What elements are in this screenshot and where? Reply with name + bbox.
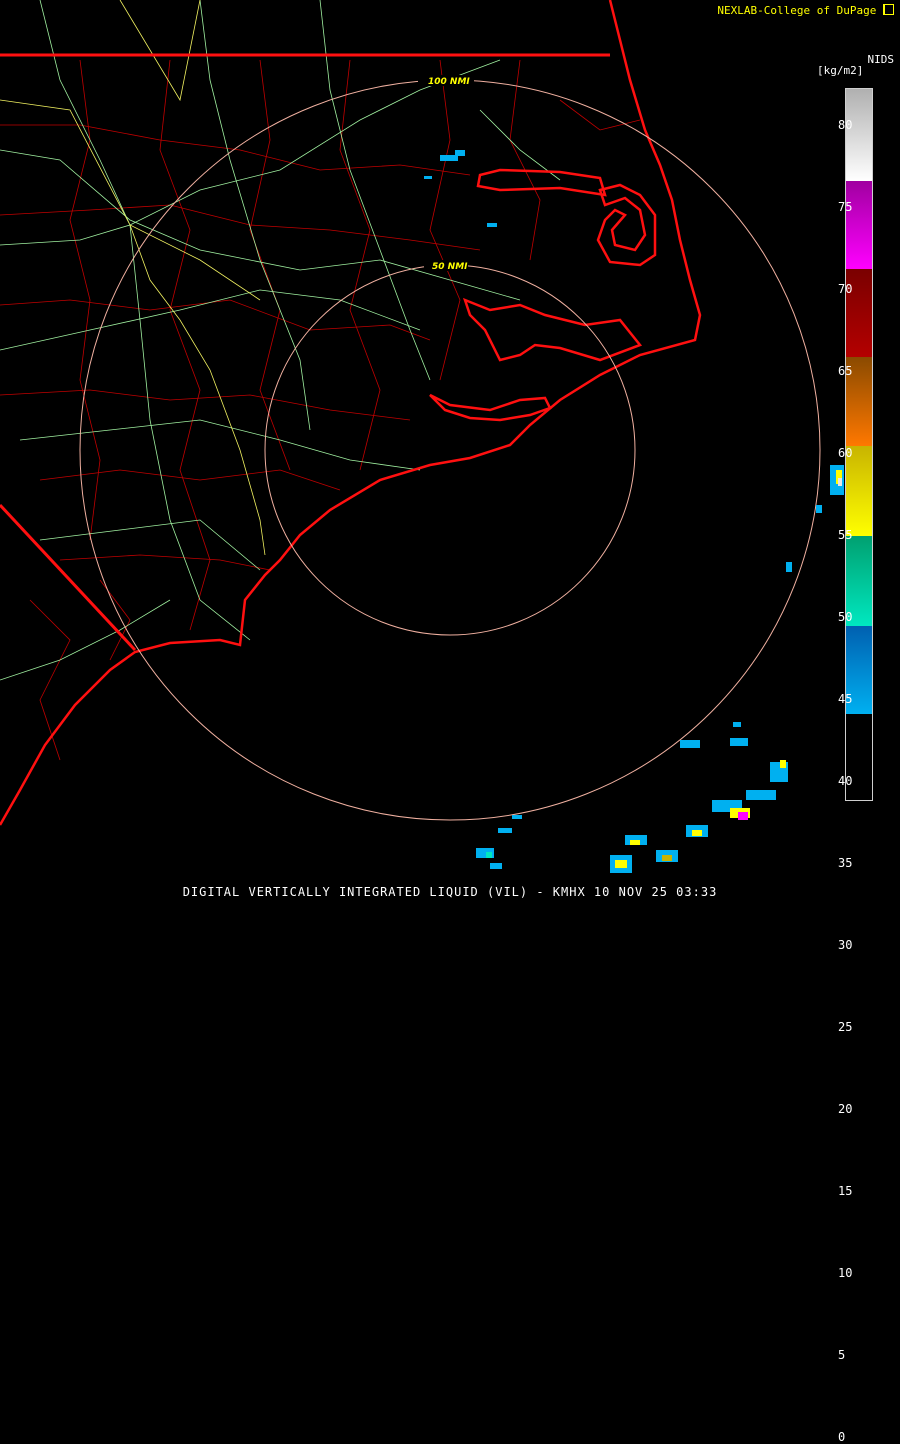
- radar-echo: [738, 812, 748, 820]
- radar-echoes: [424, 150, 844, 873]
- radar-echo: [730, 738, 748, 746]
- sound-inner-coast: [476, 168, 607, 197]
- radar-echo: [662, 855, 672, 861]
- radar-echo: [486, 852, 492, 858]
- radar-echo: [746, 790, 776, 800]
- scale-tick-label: 5: [838, 1348, 846, 1362]
- road-line: [129, 224, 251, 641]
- ring-label-50nmi: 50 NMI: [432, 262, 468, 272]
- county-line: [59, 554, 271, 571]
- road-line: [199, 0, 311, 431]
- radar-echo: [455, 150, 465, 156]
- county-line: [29, 599, 71, 761]
- radar-echo: [630, 840, 640, 845]
- road-line: [0, 99, 261, 301]
- county-line: [39, 469, 341, 491]
- road-line: [39, 0, 131, 226]
- scale-tick-label: 25: [838, 1020, 853, 1034]
- ring-label-100nmi: 100 NMI: [428, 77, 470, 87]
- road-line: [319, 0, 431, 381]
- county-line: [99, 579, 131, 661]
- county-line: [0, 389, 411, 421]
- scale-band: [846, 89, 872, 181]
- road-line: [119, 0, 201, 102]
- scale-tick-label: 40: [838, 774, 853, 788]
- dupage-logo-icon: [883, 4, 894, 15]
- scale-tick-label: 80: [838, 118, 853, 132]
- radar-echo: [692, 830, 702, 836]
- radar-map: 50 NMI 100 NMI: [0, 0, 844, 873]
- road-line: [0, 599, 171, 681]
- road-line: [39, 519, 261, 571]
- scale-tick-label: 35: [838, 856, 853, 870]
- road-line: [0, 149, 521, 301]
- sound-inner-coast-3: [462, 297, 643, 362]
- radar-echo: [615, 860, 627, 868]
- scale-tick-label: 30: [838, 938, 853, 952]
- scale-tick-label: 60: [838, 446, 853, 460]
- radar-echo: [490, 863, 502, 869]
- radar-echo: [424, 176, 432, 179]
- county-line: [0, 299, 431, 341]
- scale-tick-label: 10: [838, 1266, 853, 1280]
- sound-inner-coast-2: [596, 183, 657, 267]
- radar-echo: [816, 505, 822, 513]
- radar-echo: [680, 740, 700, 748]
- range-ring-50nmi: [264, 264, 636, 636]
- radar-echo: [487, 223, 497, 227]
- radar-echo: [498, 828, 512, 833]
- product-title: DIGITAL VERTICALLY INTEGRATED LIQUID (VI…: [182, 885, 718, 899]
- road-line: [0, 289, 421, 351]
- state-line-nc-sc: [0, 503, 137, 652]
- radar-echo: [512, 815, 522, 819]
- radar-echo: [786, 562, 792, 572]
- scale-tick-label: 65: [838, 364, 853, 378]
- unit-label: [kg/m2]: [817, 64, 864, 77]
- scale-band: [846, 181, 872, 269]
- scale-tick-label: 75: [838, 200, 853, 214]
- scale-tick-label: 0: [838, 1430, 846, 1444]
- county-line: [69, 59, 101, 541]
- roads: [0, 0, 561, 681]
- scale-tick-label: 20: [838, 1102, 853, 1116]
- county-line: [0, 124, 471, 176]
- scale-tick-label: 50: [838, 610, 853, 624]
- radar-echo: [733, 722, 741, 727]
- road-line: [129, 224, 266, 556]
- product-label: NIDS: [867, 53, 895, 66]
- credit-text: NEXLAB-College of DuPage: [717, 4, 894, 17]
- scale-tick-label: 45: [838, 692, 853, 706]
- scale-tick-label: 15: [838, 1184, 853, 1198]
- range-ring-100nmi: [79, 79, 821, 821]
- county-line: [339, 59, 381, 471]
- county-line: [429, 59, 461, 381]
- radar-echo: [780, 760, 786, 768]
- scale-tick-label: 55: [838, 528, 853, 542]
- radar-echo: [838, 478, 842, 486]
- sound-inner-coast-4: [429, 393, 552, 422]
- scale-tick-label: 70: [838, 282, 853, 296]
